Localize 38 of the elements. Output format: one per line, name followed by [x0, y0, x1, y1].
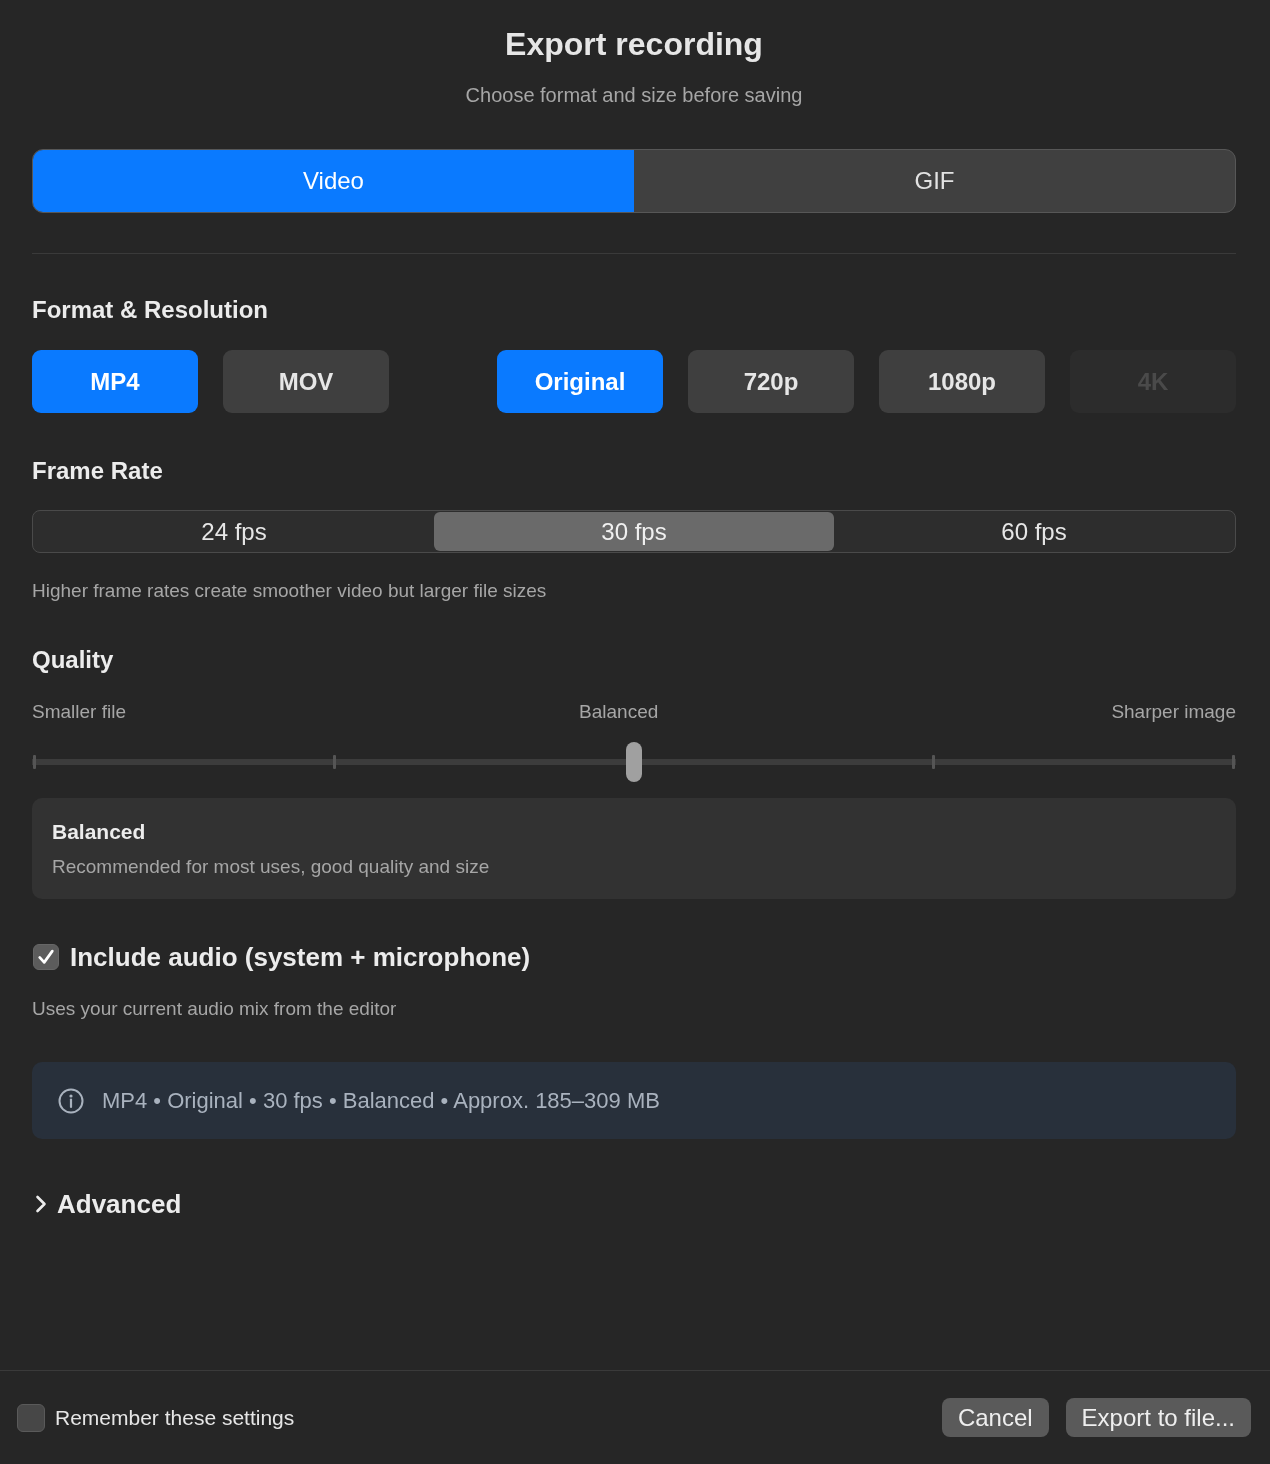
dialog-subtitle: Choose format and size before saving: [465, 83, 803, 107]
slider-thumb[interactable]: [626, 742, 642, 782]
section-heading: Format & Resolution: [32, 295, 269, 325]
slider-tick: [932, 755, 936, 769]
resolution-button[interactable]: 1080p: [879, 350, 1045, 413]
slider-tick: [1232, 755, 1235, 769]
remember-checkbox[interactable]: [17, 1403, 45, 1432]
checkbox-label[interactable]: Remember these settings: [55, 1404, 295, 1431]
info-icon: [58, 1087, 84, 1114]
tab[interactable]: Video: [33, 150, 634, 212]
audio-checkbox[interactable]: [33, 944, 59, 970]
scale-label: Smaller file: [32, 700, 126, 724]
resolution-button[interactable]: Original: [497, 350, 663, 413]
footer-button[interactable]: Cancel: [941, 1398, 1049, 1437]
slider-tick: [33, 755, 36, 769]
summary-text: MP4 • Original • 30 fps • Balanced • Approx. 185–309 MB: [102, 1086, 660, 1115]
frame-rate-option[interactable]: 24 fps: [34, 512, 434, 551]
slider-tick: [332, 755, 336, 769]
hint-text: Uses your current audio mix from the editor: [32, 997, 398, 1021]
advanced-toggle[interactable]: Advanced: [32, 1188, 182, 1220]
checkmark-icon: [37, 948, 55, 966]
section-heading: Frame Rate: [32, 456, 164, 486]
format-button[interactable]: MP4: [32, 350, 198, 413]
card-title: Balanced: [52, 819, 147, 845]
checkbox-label[interactable]: Include audio (system + microphone): [70, 941, 531, 973]
footer-button[interactable]: Export to file...: [1065, 1398, 1251, 1437]
section-heading: Quality: [32, 645, 115, 675]
frame-rate-option[interactable]: 30 fps: [434, 512, 834, 551]
frame-rate-option[interactable]: 60 fps: [834, 512, 1234, 551]
format-button[interactable]: MOV: [223, 350, 389, 413]
dialog-title: Export recording: [505, 25, 763, 64]
tab[interactable]: GIF: [634, 150, 1235, 212]
scale-label: Sharper image: [1111, 700, 1236, 724]
chevron-icon: [35, 1195, 47, 1213]
scale-label: Balanced: [579, 700, 659, 724]
card-description: Recommended for most uses, good quality and size: [52, 855, 491, 879]
hint-text: Higher frame rates create smoother video but larger file sizes: [32, 579, 548, 603]
resolution-button[interactable]: 720p: [688, 350, 854, 413]
